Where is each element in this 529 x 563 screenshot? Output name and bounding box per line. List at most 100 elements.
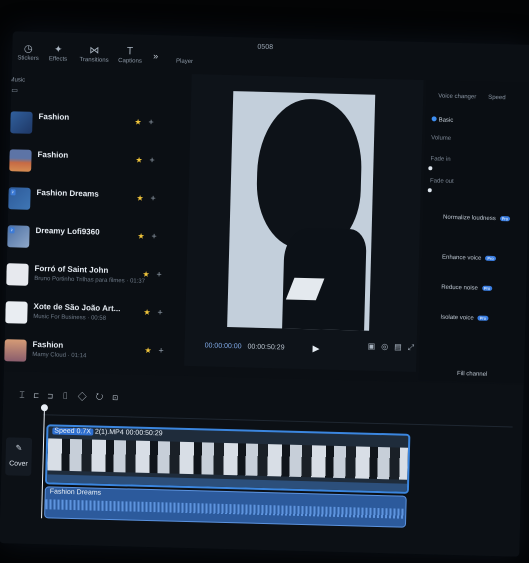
track-subtitle: Music For Business · 00:58 xyxy=(33,313,107,322)
favorite-star-icon[interactable]: ★ xyxy=(137,232,144,241)
favorite-star-icon[interactable]: ★ xyxy=(143,308,150,317)
add-icon[interactable]: + xyxy=(150,193,156,203)
clip-name: 2(1).MP4 xyxy=(94,428,124,437)
track-subtitle: Mamy Cloud · 01:14 xyxy=(32,351,87,360)
category-icon[interactable]: ▭ xyxy=(11,86,18,94)
favorite-star-icon[interactable]: ★ xyxy=(134,117,141,126)
track-title: Fashion xyxy=(32,339,64,350)
track-badge: ♪ xyxy=(10,189,16,196)
track-thumbnail xyxy=(10,111,33,134)
add-icon[interactable]: + xyxy=(157,307,163,317)
track-title: Forró of Saint John xyxy=(34,263,109,275)
add-icon[interactable]: + xyxy=(148,117,154,127)
tool-effects[interactable]: ✦ Effects xyxy=(42,44,74,63)
trim-left-icon[interactable]: ⊏ xyxy=(34,390,48,400)
list-item[interactable]: ♪ Dreamy Lofi9360 ★ + xyxy=(7,223,186,256)
tool-transitions[interactable]: ⋈ Transitions xyxy=(78,45,110,64)
list-item[interactable]: Xote de São João Art... Music For Busine… xyxy=(5,299,184,332)
tool-stickers[interactable]: ◷ Stickers xyxy=(12,43,44,62)
timeline-ruler[interactable] xyxy=(42,406,513,428)
speed-badge: Speed 0.7X xyxy=(52,427,94,436)
shield-icon[interactable]: ◇ xyxy=(78,391,96,401)
track-title: Xote de São João Art... xyxy=(33,301,121,314)
list-item[interactable]: ♪ Fashion Dreams ★ + xyxy=(8,185,187,218)
toggle-badge[interactable]: Pro xyxy=(481,285,493,291)
media-toolbar: ◷ Stickers ✦ Effects ⋈ Transitions Ꭲ Caption… xyxy=(12,43,178,73)
track-thumbnail xyxy=(6,263,29,286)
total-time: 00:00:50:29 xyxy=(247,343,285,352)
volume-label: Volume xyxy=(431,135,452,142)
reduce-noise-option[interactable]: Reduce noise Pro xyxy=(441,285,493,292)
isolate-voice-option[interactable]: Isolate voice Pro xyxy=(440,315,489,322)
track-thumbnail: ♪ xyxy=(7,225,30,248)
audio-waveform xyxy=(45,499,406,519)
trim-right-icon[interactable]: ⊐ xyxy=(48,390,62,400)
list-item[interactable]: Fashion ★ + xyxy=(10,109,189,142)
track-title: Fashion Dreams xyxy=(36,187,99,199)
track-title: Fashion xyxy=(38,111,70,122)
timecode: 00:00:00:00 00:00:50:29 xyxy=(205,342,285,351)
properties-panel: Voice changer Speed Basic Volume Fade in… xyxy=(418,80,529,383)
tab-speed[interactable]: Speed xyxy=(488,95,506,101)
player-tools: ▣◎▤⤢ xyxy=(368,342,421,353)
fullscreen-icon[interactable]: ⤢ xyxy=(408,343,421,352)
clip-duration: 00:00:50:29 xyxy=(125,429,163,438)
add-icon[interactable]: + xyxy=(156,269,162,279)
tab-voice-changer[interactable]: Voice changer xyxy=(438,93,476,100)
play-icon[interactable]: ▶ xyxy=(312,343,319,354)
basic-section[interactable]: Basic xyxy=(431,116,454,124)
enhance-voice-option[interactable]: Enhance voice Pro xyxy=(442,255,496,262)
transitions-icon: ⋈ xyxy=(89,45,100,57)
fill-channel-label: Fill channel xyxy=(456,371,488,378)
captions-icon: Ꭲ xyxy=(127,46,134,58)
favorite-star-icon[interactable]: ★ xyxy=(135,156,142,165)
list-item[interactable]: Fashion Mamy Cloud · 01:14 ★ + xyxy=(4,337,183,370)
crop-icon[interactable]: ⊡ xyxy=(112,392,127,402)
tool-captions[interactable]: Ꭲ Captions xyxy=(114,46,146,65)
delete-icon[interactable]: ▯ xyxy=(62,391,78,401)
favorite-star-icon[interactable]: ★ xyxy=(142,270,149,279)
track-thumbnail xyxy=(4,339,27,362)
toggle-badge[interactable]: Pro xyxy=(485,255,496,261)
audio-clip-label: Fashion Dreams xyxy=(49,488,102,497)
track-thumbnail xyxy=(5,301,28,324)
ratio-icon[interactable]: ▣ xyxy=(368,342,382,351)
list-item[interactable]: Forró of Saint John Bruno Portinho Trilh… xyxy=(6,261,185,294)
video-clip[interactable]: Speed 0.7X 2(1).MP4 00:00:50:29 xyxy=(44,424,411,494)
fade-out-slider[interactable] xyxy=(427,188,432,193)
music-list: Fashion ★ + Fashion ★ + ♪ Fashion Dreams… xyxy=(4,109,191,362)
split-icon[interactable]: ⌶ xyxy=(19,390,34,400)
double-chevron-right-icon[interactable]: » xyxy=(153,51,158,61)
track-subtitle: Bruno Portinho Trilhas para filmes · 01:… xyxy=(34,275,146,285)
list-item[interactable]: Fashion ★ + xyxy=(9,147,188,180)
favorite-star-icon[interactable]: ★ xyxy=(144,346,151,355)
fade-in-slider[interactable] xyxy=(428,166,433,171)
sticker-icon: ◷ xyxy=(23,43,33,55)
track-thumbnail xyxy=(9,149,32,172)
track-thumbnail: ♪ xyxy=(8,187,31,210)
zoom-icon[interactable]: ◎ xyxy=(381,342,394,351)
video-preview[interactable] xyxy=(227,91,376,331)
add-icon[interactable]: + xyxy=(149,155,155,165)
video-filmstrip xyxy=(47,438,409,480)
effects-icon: ✦ xyxy=(53,44,63,56)
quality-icon[interactable]: ▤ xyxy=(394,342,408,351)
timeline: ⌶⊏⊐▯◇↻⊡ ✎ Cover Speed 0.7X 2(1).MP4 00:0… xyxy=(0,371,524,557)
normalize-loudness-option[interactable]: Normalize loudness Pro xyxy=(443,215,511,223)
fade-in-label: Fade in xyxy=(430,156,451,163)
track-title: Fashion xyxy=(37,149,69,160)
favorite-star-icon[interactable]: ★ xyxy=(136,194,143,203)
player-panel: 00:00:00:00 00:00:50:29 ▶ ▣◎▤⤢ xyxy=(184,73,424,372)
track-badge: ♪ xyxy=(9,227,15,234)
toggle-badge[interactable]: Pro xyxy=(477,315,489,321)
add-icon[interactable]: + xyxy=(151,231,157,241)
cover-button[interactable]: ✎ Cover xyxy=(5,437,33,476)
track-title: Dreamy Lofi9360 xyxy=(35,225,100,237)
fade-out-label: Fade out xyxy=(429,178,454,185)
player-label: Player xyxy=(175,58,194,66)
audio-clip[interactable]: Fashion Dreams xyxy=(44,486,407,528)
rotate-icon[interactable]: ↻ xyxy=(96,392,113,402)
add-icon[interactable]: + xyxy=(158,345,164,355)
toggle-badge[interactable]: Pro xyxy=(499,216,511,222)
edit-icon: ✎ xyxy=(15,443,23,453)
